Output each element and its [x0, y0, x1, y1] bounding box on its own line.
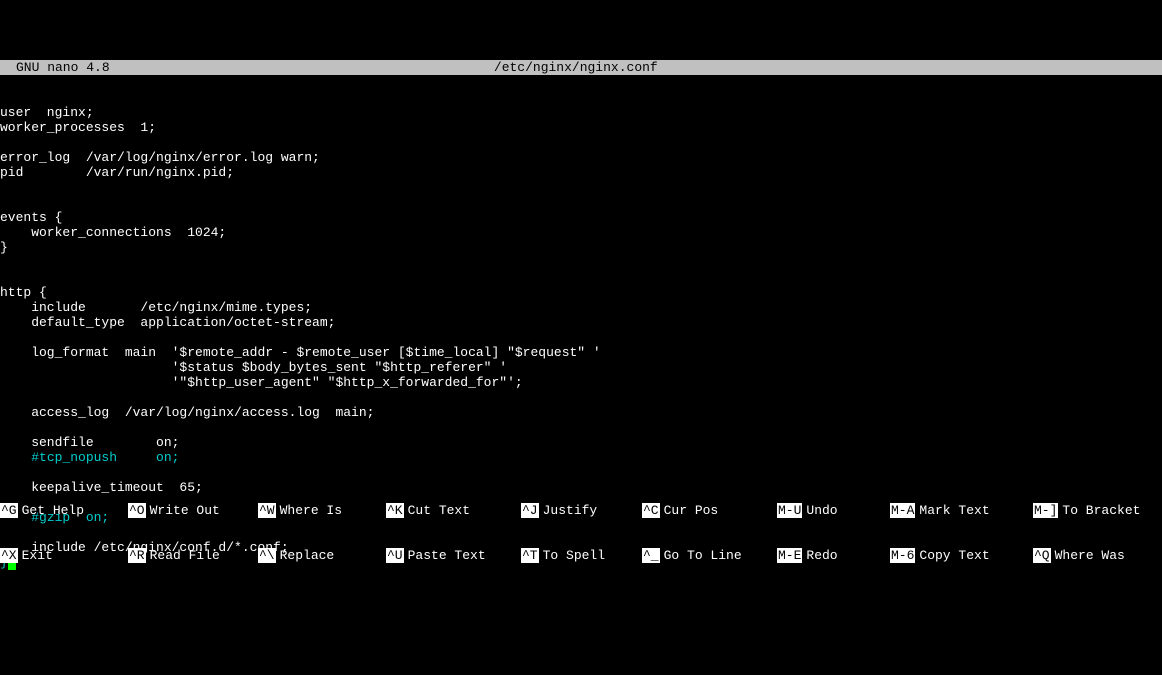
editor-line [0, 180, 1162, 195]
editor-line: } [0, 240, 1162, 255]
shortcut-key: ^R [128, 548, 146, 563]
shortcut-label: Replace [276, 548, 335, 563]
shortcut-label: Write Out [146, 503, 220, 518]
editor-line [0, 255, 1162, 270]
shortcut-row-2: ^XExit^RRead File^\Replace^UPaste Text^T… [0, 548, 1162, 563]
shortcut-key: ^X [0, 548, 18, 563]
shortcut-key: ^T [521, 548, 539, 563]
title-bar: GNU nano 4.8 /etc/nginx/nginx.conf [0, 60, 1162, 75]
editor-line: '"$http_user_agent" "$http_x_forwarded_f… [0, 375, 1162, 390]
shortcut-label: To Spell [539, 548, 605, 563]
shortcut-key: ^O [128, 503, 146, 518]
shortcut-key: ^K [386, 503, 404, 518]
shortcut-item: ^UPaste Text [386, 548, 521, 563]
editor-line: #tcp_nopush on; [0, 450, 1162, 465]
shortcut-item: ^WWhere Is [258, 503, 386, 518]
editor-line: default_type application/octet-stream; [0, 315, 1162, 330]
editor-line: http { [0, 285, 1162, 300]
shortcut-key: M-] [1033, 503, 1058, 518]
shortcut-item: M-ERedo [777, 548, 890, 563]
shortcut-item: ^QWhere Was [1033, 548, 1162, 563]
shortcut-label: Get Help [18, 503, 84, 518]
shortcut-key: ^\ [258, 548, 276, 563]
editor-line: user nginx; [0, 105, 1162, 120]
shortcut-label: Undo [802, 503, 837, 518]
shortcut-item: ^RRead File [128, 548, 258, 563]
shortcut-item: ^XExit [0, 548, 128, 563]
shortcut-key: ^Q [1033, 548, 1051, 563]
editor-line [0, 135, 1162, 150]
app-name: GNU nano 4.8 [0, 60, 110, 75]
editor-line: include /etc/nginx/mime.types; [0, 300, 1162, 315]
editor-line: worker_connections 1024; [0, 225, 1162, 240]
editor-line: pid /var/run/nginx.pid; [0, 165, 1162, 180]
shortcut-key: M-A [890, 503, 915, 518]
file-path: /etc/nginx/nginx.conf [110, 60, 1042, 75]
shortcut-item: ^CCur Pos [642, 503, 777, 518]
shortcut-key: ^J [521, 503, 539, 518]
editor-line: access_log /var/log/nginx/access.log mai… [0, 405, 1162, 420]
shortcut-label: Where Is [276, 503, 342, 518]
editor-line [0, 420, 1162, 435]
shortcut-item: M-6Copy Text [890, 548, 1033, 563]
shortcut-label: Read File [146, 548, 220, 563]
editor-line: worker_processes 1; [0, 120, 1162, 135]
shortcut-key: ^_ [642, 548, 660, 563]
editor-line [0, 195, 1162, 210]
shortcut-label: Copy Text [915, 548, 989, 563]
shortcut-label: Paste Text [404, 548, 486, 563]
shortcut-bar: ^GGet Help^OWrite Out^WWhere Is^KCut Tex… [0, 473, 1162, 578]
editor-line: events { [0, 210, 1162, 225]
shortcut-key: M-E [777, 548, 802, 563]
editor-line: '$status $body_bytes_sent "$http_referer… [0, 360, 1162, 375]
shortcut-label: Mark Text [915, 503, 989, 518]
shortcut-label: Go To Line [660, 548, 742, 563]
editor-line [0, 390, 1162, 405]
shortcut-label: Cur Pos [660, 503, 719, 518]
editor-line: error_log /var/log/nginx/error.log warn; [0, 150, 1162, 165]
shortcut-label: Justify [539, 503, 598, 518]
shortcut-key: M-U [777, 503, 802, 518]
shortcut-item: ^GGet Help [0, 503, 128, 518]
shortcut-label: Redo [802, 548, 837, 563]
shortcut-item: ^\Replace [258, 548, 386, 563]
shortcut-label: Exit [18, 548, 53, 563]
shortcut-label: Cut Text [404, 503, 470, 518]
shortcut-item: M-UUndo [777, 503, 890, 518]
shortcut-item: ^OWrite Out [128, 503, 258, 518]
shortcut-item: ^JJustify [521, 503, 642, 518]
shortcut-key: ^U [386, 548, 404, 563]
editor-line: sendfile on; [0, 435, 1162, 450]
shortcut-label: To Bracket [1058, 503, 1140, 518]
shortcut-item: M-]To Bracket [1033, 503, 1162, 518]
shortcut-item: M-AMark Text [890, 503, 1033, 518]
shortcut-label: Where Was [1051, 548, 1125, 563]
shortcut-key: ^C [642, 503, 660, 518]
editor-line [0, 330, 1162, 345]
shortcut-item: ^TTo Spell [521, 548, 642, 563]
shortcut-key: ^W [258, 503, 276, 518]
editor-line: log_format main '$remote_addr - $remote_… [0, 345, 1162, 360]
shortcut-row-1: ^GGet Help^OWrite Out^WWhere Is^KCut Tex… [0, 503, 1162, 518]
shortcut-item: ^KCut Text [386, 503, 521, 518]
shortcut-item: ^_Go To Line [642, 548, 777, 563]
shortcut-key: M-6 [890, 548, 915, 563]
editor-line [0, 270, 1162, 285]
shortcut-key: ^G [0, 503, 18, 518]
